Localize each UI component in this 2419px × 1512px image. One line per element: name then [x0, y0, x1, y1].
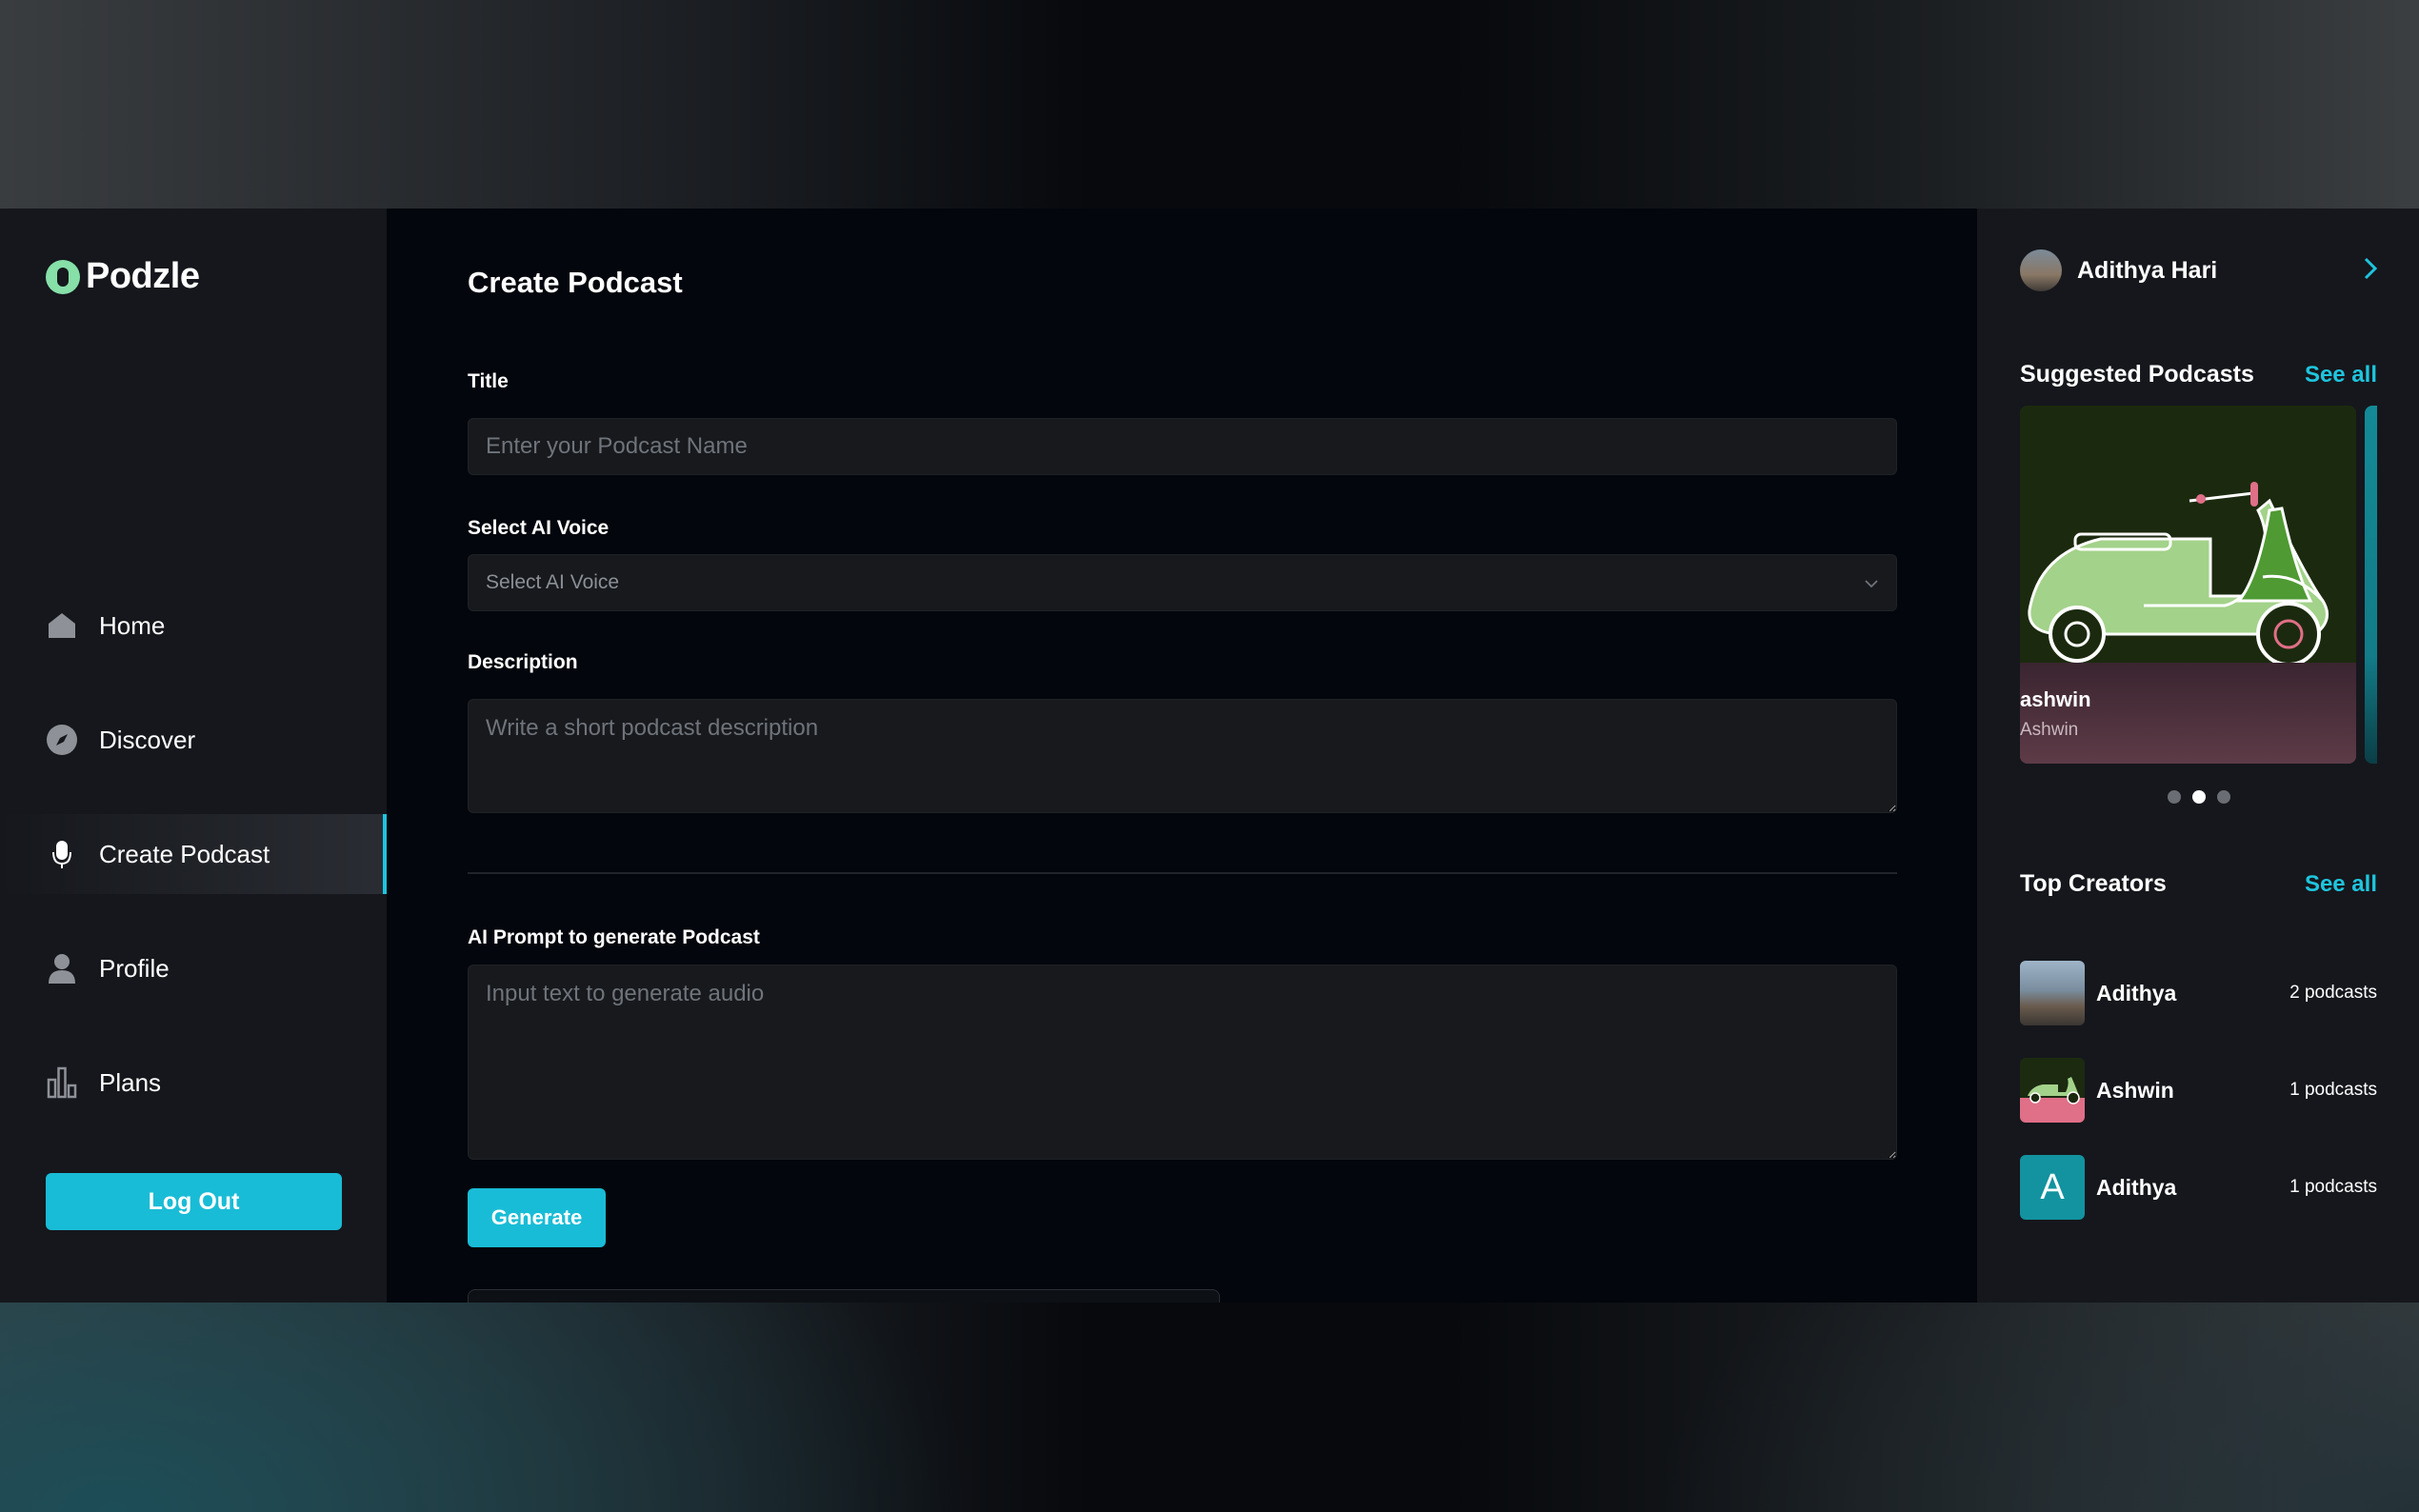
creator-avatar: A — [2020, 1155, 2085, 1220]
top-creators-list: Adithya 2 podcasts Ashwin 1 podcasts A A… — [2020, 961, 2377, 1252]
voice-label: Select AI Voice — [468, 517, 610, 539]
suggested-carousel: ashwin Ashwin — [2020, 406, 2377, 764]
logo-icon — [46, 259, 80, 294]
thumbnail-section — [468, 1289, 1220, 1303]
description-label: Description — [468, 651, 578, 673]
nav-item-discover[interactable]: Discover — [0, 700, 387, 780]
title-label: Title — [468, 370, 509, 392]
section-divider — [468, 872, 1897, 874]
chevron-right-icon — [2364, 257, 2378, 285]
creator-name: Adithya — [2096, 980, 2177, 1005]
nav-item-label: Profile — [99, 953, 170, 983]
bar-chart-icon — [46, 1066, 78, 1099]
see-all-link[interactable]: See all — [2305, 362, 2377, 388]
carousel-dot[interactable] — [2168, 790, 2181, 804]
user-name: Adithya Hari — [2077, 256, 2218, 284]
section-title: Suggested Podcasts — [2020, 361, 2254, 388]
chevron-down-icon — [1864, 571, 1879, 594]
microphone-icon — [46, 838, 78, 870]
home-icon — [46, 609, 78, 642]
podcast-card[interactable]: ashwin Ashwin — [2020, 406, 2356, 764]
voice-select-value: Select AI Voice — [486, 571, 620, 593]
title-input[interactable] — [468, 418, 1897, 475]
podcast-author: Ashwin — [2020, 720, 2079, 740]
carousel-dots — [1977, 790, 2419, 804]
page-title: Create Podcast — [468, 266, 683, 299]
nav-item-label: Create Podcast — [99, 839, 270, 868]
logout-button[interactable]: Log Out — [46, 1173, 342, 1230]
logo-text: Podzle — [86, 256, 200, 296]
creator-row[interactable]: Adithya 2 podcasts — [2020, 961, 2377, 1025]
creator-row[interactable]: A Adithya 1 podcasts — [2020, 1155, 2377, 1220]
nav-item-create-podcast[interactable]: Create Podcast — [0, 814, 387, 894]
nav-item-label: Plans — [99, 1067, 162, 1097]
carousel-dot[interactable] — [2217, 790, 2230, 804]
right-sidebar: Adithya Hari Suggested Podcasts See all — [1977, 209, 2419, 1303]
carousel-dot-active[interactable] — [2192, 790, 2206, 804]
left-sidebar: Podzle Home Discover Create Podcast Prof… — [0, 209, 387, 1303]
main-nav: Home Discover Create Podcast Profile Pla… — [0, 586, 387, 1157]
nav-item-home[interactable]: Home — [0, 586, 387, 666]
podcast-cover-image — [2020, 406, 2356, 663]
nav-item-profile[interactable]: Profile — [0, 928, 387, 1008]
next-podcast-card[interactable] — [2365, 406, 2377, 764]
app-window: Podzle Home Discover Create Podcast Prof… — [0, 209, 2419, 1303]
creator-podcast-count: 1 podcasts — [2289, 1177, 2377, 1197]
user-profile-link[interactable]: Adithya Hari — [2020, 249, 2378, 292]
nav-item-label: Discover — [99, 725, 196, 754]
user-icon — [46, 952, 78, 985]
prompt-input[interactable] — [468, 965, 1897, 1160]
podcast-title: ashwin — [2020, 687, 2091, 711]
creator-row[interactable]: Ashwin 1 podcasts — [2020, 1058, 2377, 1123]
nav-item-label: Home — [99, 610, 166, 640]
compass-icon — [46, 724, 78, 756]
create-podcast-form: Create Podcast Title Select AI Voice Sel… — [387, 209, 1977, 1303]
creator-podcast-count: 1 podcasts — [2289, 1080, 2377, 1100]
creators-header: Top Creators See all — [2020, 870, 2377, 898]
creator-name: Ashwin — [2096, 1077, 2174, 1103]
prompt-label: AI Prompt to generate Podcast — [468, 926, 760, 948]
podcast-card-info: ashwin Ashwin — [2020, 663, 2356, 764]
avatar — [2020, 249, 2062, 291]
generate-button[interactable]: Generate — [468, 1188, 606, 1247]
creator-avatar — [2020, 961, 2085, 1025]
voice-select[interactable]: Select AI Voice — [468, 554, 1897, 611]
suggested-header: Suggested Podcasts See all — [2020, 361, 2377, 388]
creator-avatar — [2020, 1058, 2085, 1123]
section-title: Top Creators — [2020, 870, 2167, 897]
logo[interactable]: Podzle — [46, 256, 200, 297]
creator-name: Adithya — [2096, 1174, 2177, 1200]
nav-item-plans[interactable]: Plans — [0, 1043, 387, 1123]
see-all-link[interactable]: See all — [2305, 871, 2377, 898]
creator-podcast-count: 2 podcasts — [2289, 983, 2377, 1003]
description-input[interactable] — [468, 699, 1897, 813]
